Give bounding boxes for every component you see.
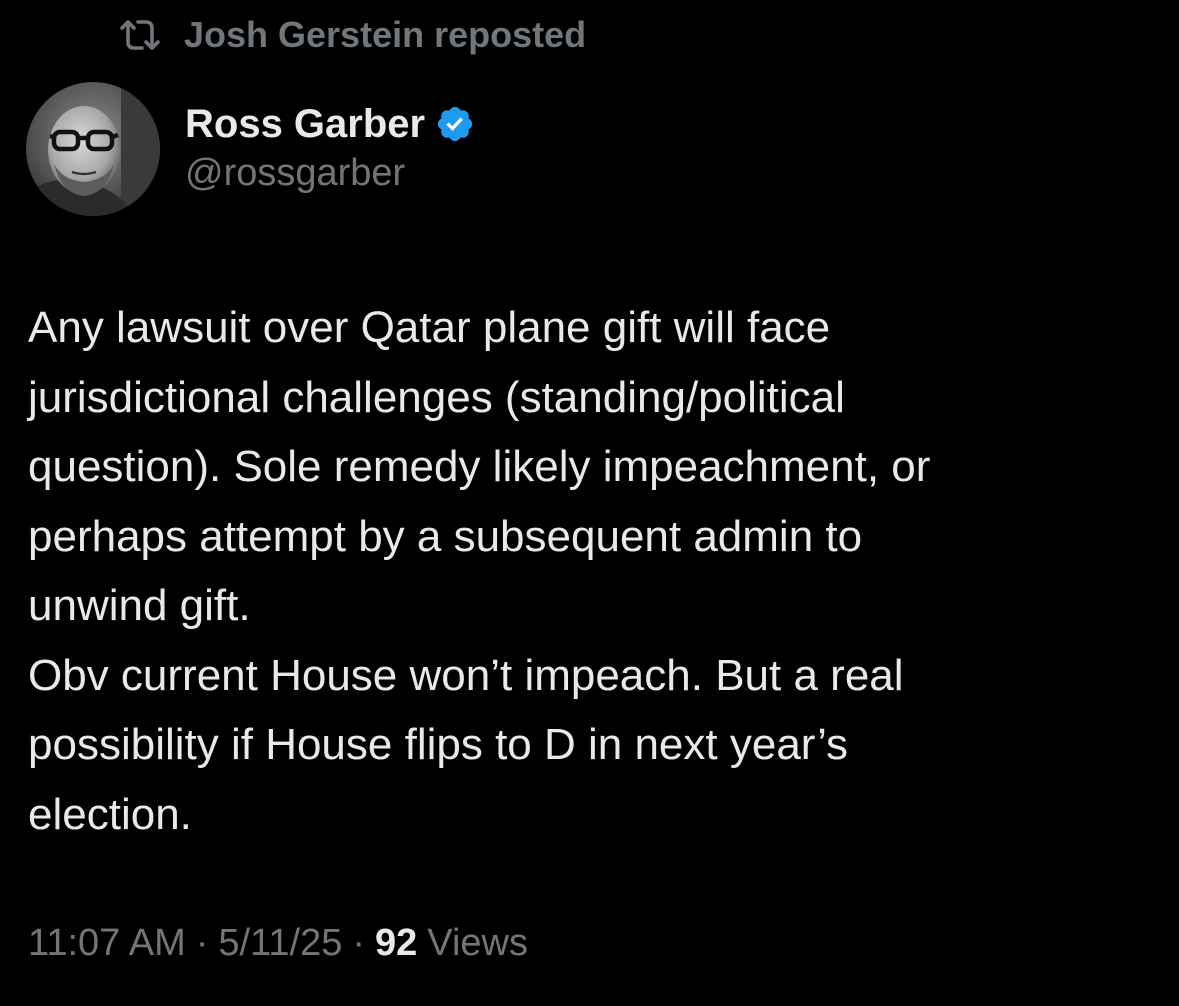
tweet-date[interactable]: 5/11/25 bbox=[218, 922, 342, 965]
author-handle[interactable]: @rossgarber bbox=[185, 152, 475, 195]
tweet-time[interactable]: 11:07 AM bbox=[28, 922, 186, 965]
views-label[interactable]: Views bbox=[427, 922, 528, 965]
repost-indicator[interactable]: Josh Gerstein reposted bbox=[118, 12, 586, 58]
repost-label: Josh Gerstein reposted bbox=[184, 14, 587, 55]
author-display-name[interactable]: Ross Garber bbox=[185, 102, 425, 147]
views-count[interactable]: 92 bbox=[375, 922, 417, 965]
author-block: Ross Garber @rossgarber bbox=[185, 96, 475, 195]
avatar[interactable] bbox=[26, 82, 160, 216]
verified-badge-icon[interactable] bbox=[435, 104, 475, 144]
meta-separator: · bbox=[195, 922, 209, 964]
tweet-meta: 11:07 AM · 5/11/25 · 92 Views bbox=[28, 922, 528, 965]
meta-separator: · bbox=[352, 922, 366, 964]
name-row: Ross Garber bbox=[185, 96, 475, 152]
repost-icon bbox=[118, 12, 164, 58]
tweet-text: Any lawsuit over Qatar plane gift will f… bbox=[28, 303, 931, 839]
